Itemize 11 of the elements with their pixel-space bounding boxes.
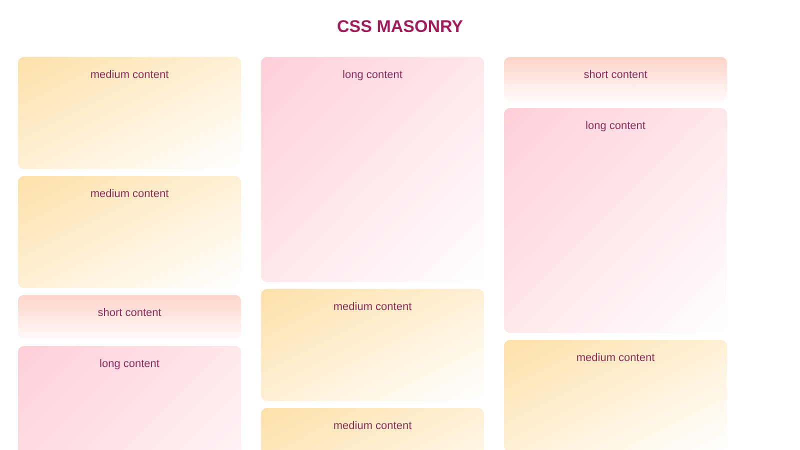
- card-label: long content: [586, 119, 646, 134]
- card-label: medium content: [576, 351, 655, 366]
- card-label: long content: [342, 68, 402, 83]
- card-label: medium content: [333, 419, 412, 434]
- card-label: medium content: [90, 68, 169, 83]
- card-label: medium content: [333, 300, 412, 315]
- card-label: short content: [98, 306, 162, 321]
- page-title: CSS MASONRY: [336, 16, 464, 38]
- card-label: long content: [100, 357, 160, 372]
- card-label: medium content: [90, 187, 169, 202]
- card-label: short content: [584, 68, 648, 83]
